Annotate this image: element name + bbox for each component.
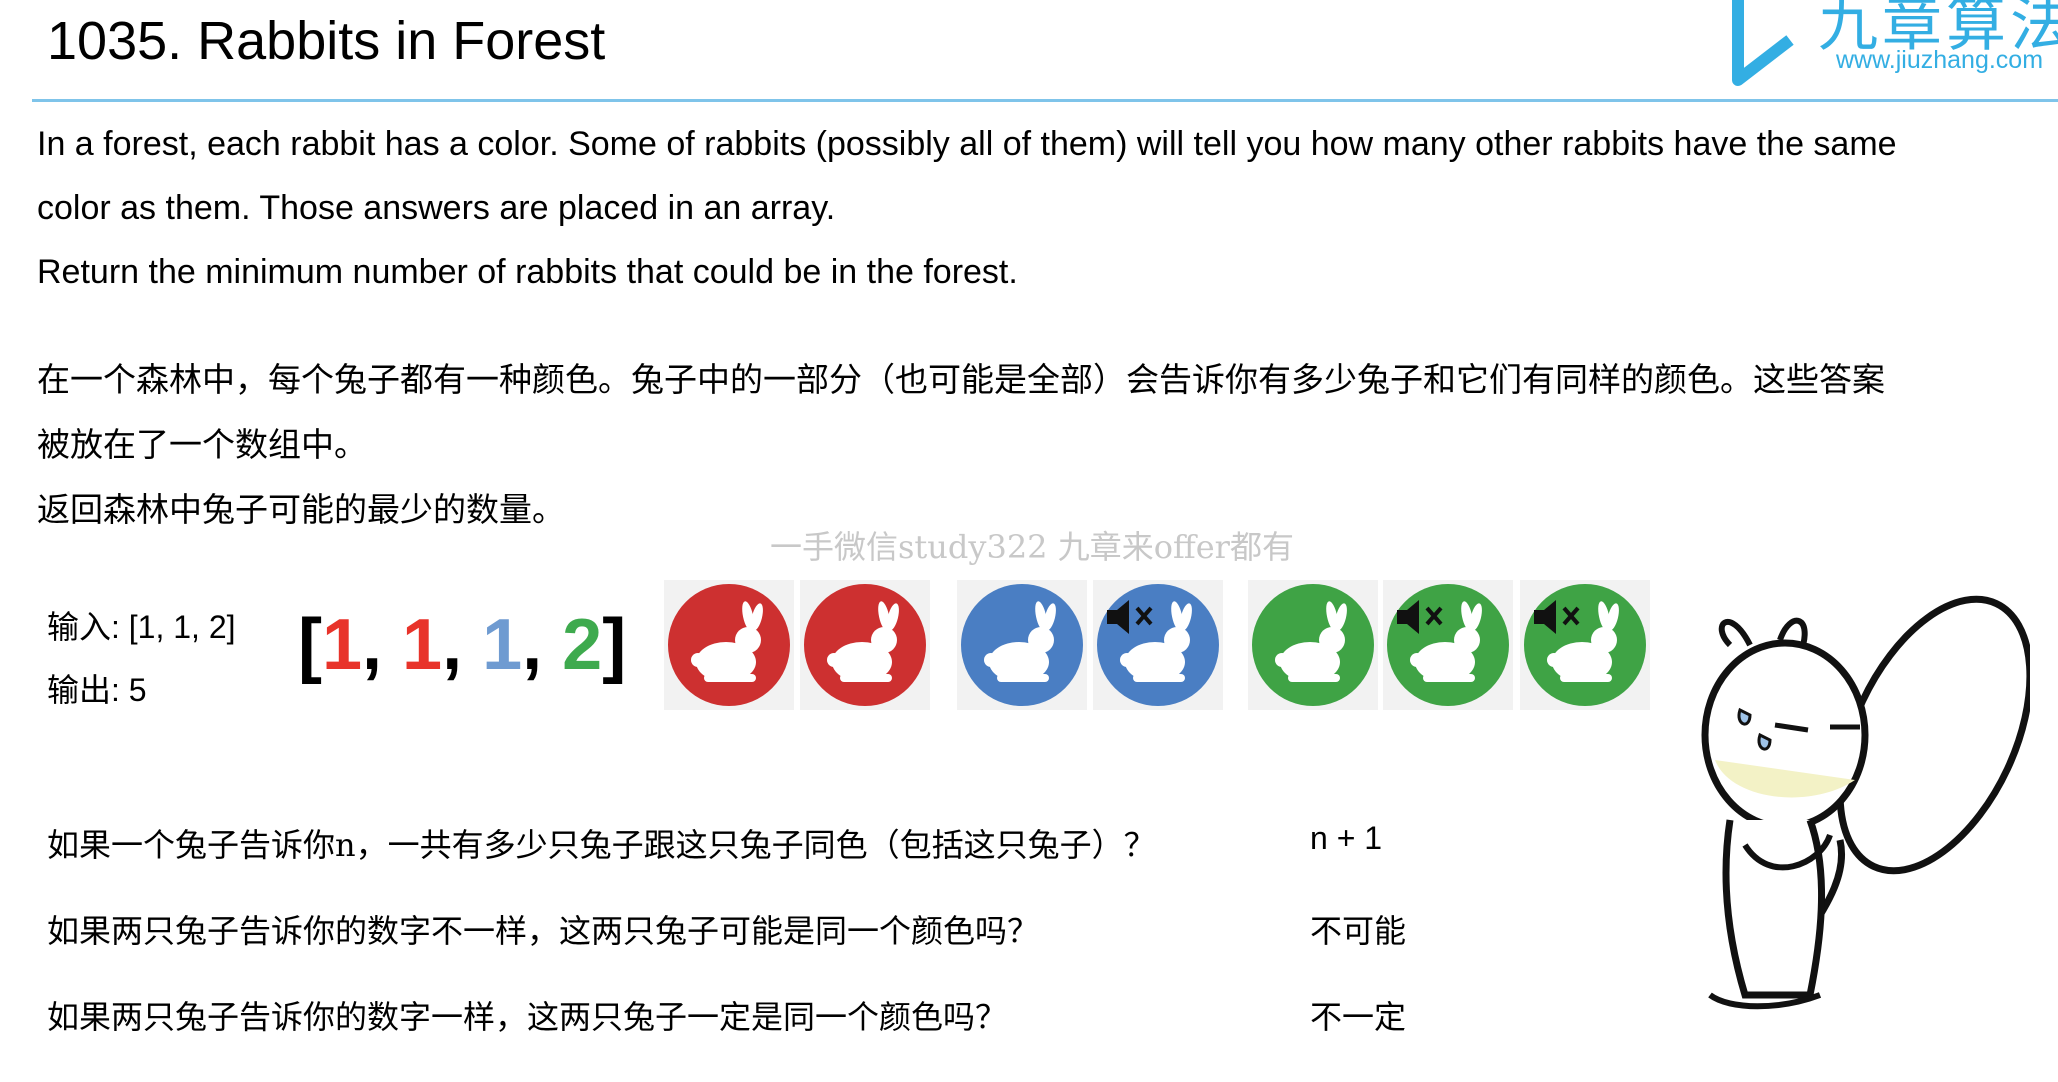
answer-3: 不一定 xyxy=(1310,999,1407,1035)
question-2: 如果两只兔子告诉你的数字不一样，这两只兔子可能是同一个颜色吗？ xyxy=(47,912,1040,950)
array-item: 2 xyxy=(562,605,603,685)
muted-rabbit-icon xyxy=(1520,580,1650,710)
description-en-line-2: color as them. Those answers are placed … xyxy=(37,189,836,227)
logo-url: www.jiuzhang.com xyxy=(1836,46,2044,74)
example-input: 输入: [1, 1, 2] xyxy=(47,609,236,645)
muted-rabbit-icon xyxy=(1383,580,1513,710)
description-cn-line-2: 被放在了一个数组中。 xyxy=(37,425,367,464)
description-cn-line-1: 在一个森林中，每个兔子都有一种颜色。兔子中的一部分（也可能是全部）会告诉你有多少… xyxy=(37,360,1885,399)
rabbit-icon xyxy=(1248,580,1378,710)
array-separator: , xyxy=(522,605,563,685)
muted-rabbit-icon xyxy=(1093,580,1223,710)
array-separator: , xyxy=(362,605,403,685)
answer-1: n + 1 xyxy=(1310,820,1383,856)
array-item: 1 xyxy=(321,605,363,685)
header-divider xyxy=(32,99,2058,102)
answer-2: 不可能 xyxy=(1310,913,1407,949)
array-item: 1 xyxy=(402,605,443,685)
rabbit-icon xyxy=(800,580,930,710)
watermark: 一手微信study322 九章来offer都有 xyxy=(770,528,1294,566)
description-en-line-1: In a forest, each rabbit has a color. So… xyxy=(37,125,1897,163)
array-item: 1 xyxy=(482,605,523,685)
description-cn-line-3: 返回森林中兔子可能的最少的数量。 xyxy=(37,490,565,529)
array-open-bracket: [ xyxy=(298,605,322,685)
logo: 九章算法 www.jiuzhang.com xyxy=(1726,0,2058,95)
cartoon-rabbit-icon xyxy=(1701,595,2030,1010)
question-1: 如果一个兔子告诉你n，一共有多少只兔子跟这只兔子同色（包括这只兔子）？ xyxy=(47,826,1156,864)
answers-array: [1, 1, 1, 2] xyxy=(298,600,626,690)
array-close-bracket: ] xyxy=(602,605,627,685)
rabbit-icon xyxy=(664,580,794,710)
question-3: 如果两只兔子告诉你的数字一样，这两只兔子一定是同一个颜色吗？ xyxy=(47,998,1008,1036)
logo-icon xyxy=(1732,0,1794,86)
description-en-line-3: Return the minimum number of rabbits tha… xyxy=(37,253,1018,291)
rabbit-icon xyxy=(957,580,1087,710)
page-title: 1035. Rabbits in Forest xyxy=(47,11,606,71)
array-separator: , xyxy=(442,605,483,685)
example-output: 输出: 5 xyxy=(47,672,147,708)
